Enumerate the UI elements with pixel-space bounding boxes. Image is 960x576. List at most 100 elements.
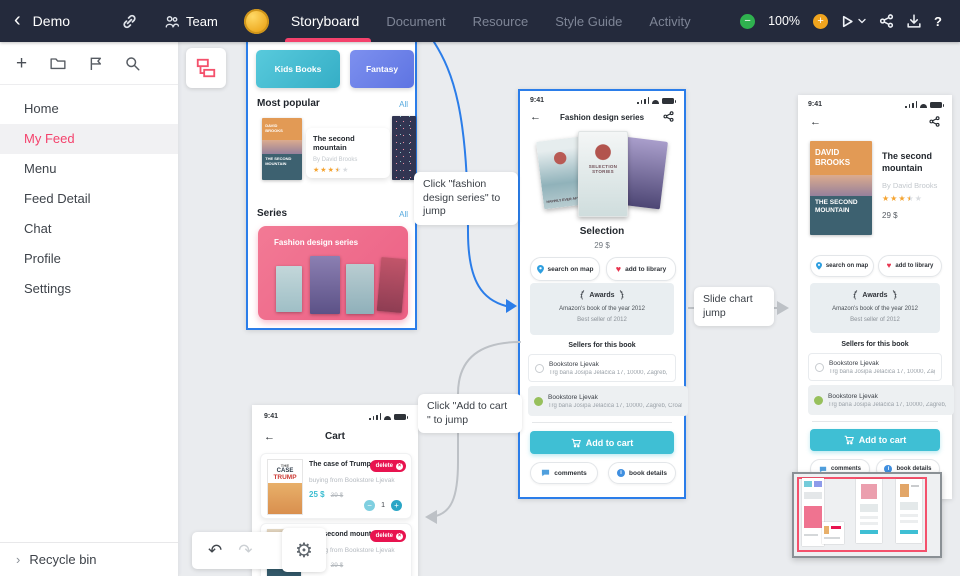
redo-button[interactable]: ↷ [238,542,252,559]
gold-coin-avatar[interactable] [243,8,269,34]
screen-book-detail[interactable]: 9:41 ← DAVID BROOKS THE SECOND MOUNTAIN … [798,95,954,499]
see-all-link[interactable]: All [399,210,408,219]
see-all-link[interactable]: All [399,100,408,109]
sidebar-item-chat[interactable]: Chat [0,214,178,244]
radio-selected[interactable] [534,396,543,406]
radio-unselected[interactable] [535,363,544,373]
folder-icon[interactable] [50,56,66,70]
download-button[interactable] [907,14,921,28]
cover-text: BROOKS [265,128,283,134]
button-label: search on map [825,263,869,269]
tab-document[interactable]: Document [386,0,445,42]
search-icon[interactable] [125,56,140,71]
radio-unselected[interactable] [815,362,824,372]
seller-name: Bookstore Ljevak [828,392,878,400]
add-to-library-button[interactable]: ♥ add to library [606,257,676,281]
note-slide-jump[interactable]: Slide chart jump [694,287,774,327]
old-price: 39 $ [330,562,344,569]
wifi-icon [384,416,391,420]
delete-button[interactable]: delete × [369,460,406,472]
tab-storyboard[interactable]: Storyboard [284,0,372,42]
seller-address: Trg bana Josipa Jelačića 17, 10000, Zagr… [828,401,948,408]
note-series-jump[interactable]: Click "fashion design series" to jump [414,172,518,225]
recycle-bin[interactable]: › Recycle bin [0,542,178,576]
sidebar-item-my-feed[interactable]: My Feed [0,124,178,154]
add-to-library-button[interactable]: ♥ add to library [878,255,942,277]
sidebar-item-menu[interactable]: Menu [0,154,178,184]
book-title: The second mountain [313,134,355,153]
radio-selected[interactable] [814,395,823,405]
screen-header-title: Fashion design series [559,113,645,122]
share-icon[interactable] [929,116,940,127]
decrease-button[interactable]: − [364,500,376,511]
back-chevron-icon[interactable]: ‹ [14,10,21,30]
add-to-cart-button[interactable]: Add to cart [530,431,674,454]
recycle-bin-label: Recycle bin [29,552,97,567]
category-kids-books[interactable]: Kids Books [256,50,340,88]
rating-stars [882,195,922,203]
category-fantasy[interactable]: Fantasy [350,50,414,88]
seller-option[interactable]: Bookstore Ljevak Trg bana Josipa Jelačić… [528,354,676,382]
awards-title: Awards [589,291,615,299]
increase-button[interactable]: + [391,500,402,511]
tab-resource[interactable]: Resource [473,0,529,42]
seller-option[interactable]: Bookstore Ljevak Trg bana Josipa Jelačić… [808,353,942,381]
carousel-cover-selection[interactable]: SELECTION STORIES [578,131,628,217]
team-button[interactable]: Team [165,14,218,29]
zoom-out-button[interactable]: − [740,13,756,29]
tab-activity[interactable]: Activity [649,0,690,42]
fashion-design-series-card[interactable]: Fashion design series [258,226,408,320]
status-time: 9:41 [264,413,279,420]
flag-icon[interactable] [89,56,102,71]
book-cover-second-mountain[interactable]: DAVID BROOKS THE SECOND MOUNTAIN [262,118,302,180]
search-on-map-button[interactable]: search on map [810,255,874,277]
category-label: Kids Books [274,64,322,74]
share-button[interactable] [879,14,894,28]
status-time: 9:41 [808,101,823,108]
book-cover-floral[interactable] [392,116,416,180]
help-button[interactable]: ? [934,14,942,29]
cart-item[interactable]: THE CASE TRUMP The case of Trump delete … [260,453,412,519]
slide-jump-arrowhead [777,301,789,315]
tab-style-guide[interactable]: Style Guide [555,0,622,42]
screen-my-feed[interactable]: Kids Books Fantasy Most popular All DAVI… [246,42,417,330]
search-on-map-button[interactable]: search on map [530,257,600,281]
delete-button[interactable]: delete × [369,530,406,542]
minimap[interactable] [792,472,942,558]
zoom-in-button[interactable]: + [813,13,829,29]
laurel-left-icon [853,290,858,300]
add-page-button[interactable]: + [16,54,27,73]
sidebar-item-feed-detail[interactable]: Feed Detail [0,184,178,214]
book-details-button[interactable]: i book details [608,462,676,484]
book-cover-second-mountain[interactable]: DAVID BROOKS THE SECOND MOUNTAIN [810,141,872,235]
back-arrow-icon[interactable]: ← [810,117,821,128]
storyboard-canvas[interactable]: Kids Books Fantasy Most popular All DAVI… [178,42,960,576]
chevron-right-icon: › [16,552,21,567]
awards-panel: Awards Amazon's book of the year 2012 Be… [530,283,674,335]
status-bar: 9:41 [808,101,944,108]
book-price: 29 $ [594,241,610,250]
seller-option-selected[interactable]: Bookstore Ljevak Trg bana Josipa Jelačić… [808,385,954,415]
book-cover-trump: THE CASE TRUMP [267,459,303,515]
cover-text: BROOKS [814,157,851,167]
undo-button[interactable]: ↶ [208,542,222,559]
add-to-cart-button[interactable]: Add to cart [810,429,940,451]
book-author: By David Brooks [882,181,938,190]
comments-button[interactable]: comments [530,462,598,484]
share-icon[interactable] [663,111,674,122]
note-cart-jump[interactable]: Click "Add to cart " to jump [418,394,522,434]
screen-fashion-design-series[interactable]: 9:41 ← Fashion design series HAPPILY EVE… [518,89,688,499]
sidebar-item-home[interactable]: Home [0,94,178,124]
link-icon[interactable] [122,14,137,29]
page-structure-button[interactable] [186,48,226,88]
award-line: Amazon's book of the year 2012 [832,306,918,312]
seller-option-selected[interactable]: Bookstore Ljevak Trg bana Josipa Jelačić… [528,386,688,416]
preview-play-button[interactable] [841,15,866,28]
settings-button[interactable]: ⚙ [282,528,326,572]
minimap-screen-cart [822,522,844,544]
cart-item-source: buying from Bookstore Ljevak [309,477,395,484]
sidebar-item-settings[interactable]: Settings [0,274,178,304]
sellers-heading: Sellers for this book [841,341,909,348]
book-card[interactable]: The second mountain By David Brooks [306,128,390,178]
sidebar-item-profile[interactable]: Profile [0,244,178,274]
